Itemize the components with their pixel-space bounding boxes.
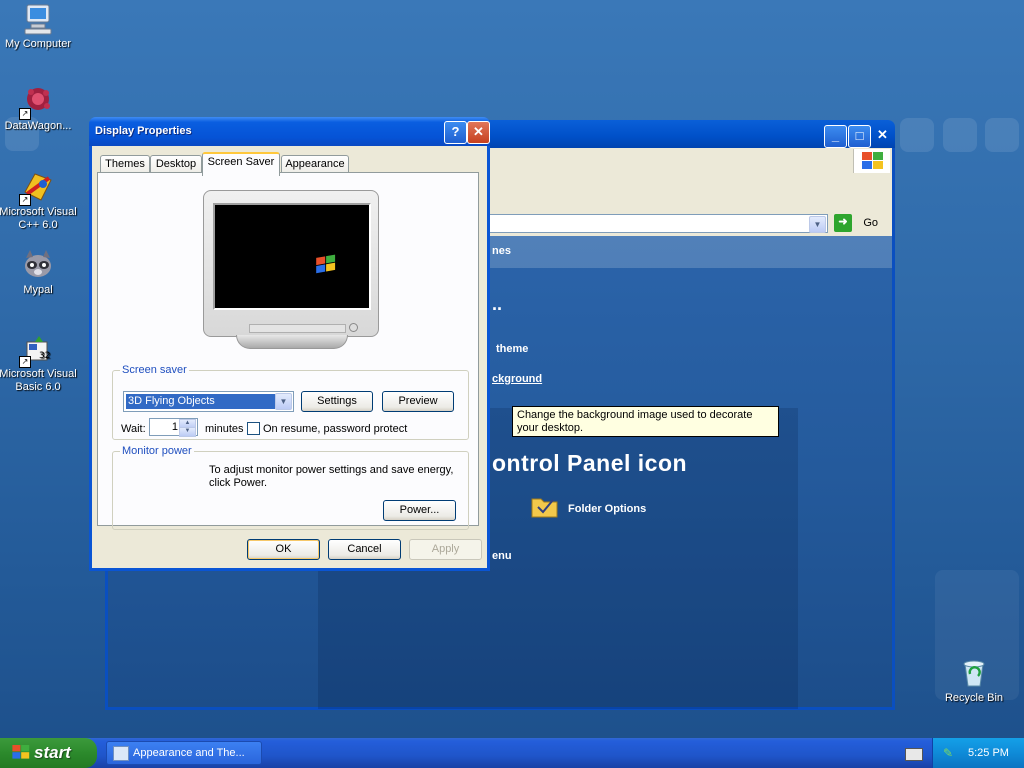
desktop-icon-visual-cpp[interactable]: ↗ Microsoft Visual C++ 6.0 [0,170,78,232]
keyboard-icon[interactable] [905,748,923,761]
tooltip: Change the background image used to deco… [512,406,779,437]
minimize-button[interactable]: _ [824,125,847,148]
visual-basic-icon: 32 ↗ [19,332,55,368]
monitor-bezel [203,190,379,337]
minutes-label: minutes [205,423,244,435]
screen-saver-group: Screen saver 3D Flying Objects ▼ Setting… [112,364,469,440]
desktop-icon-recycle-bin[interactable]: Recycle Bin [934,656,1014,705]
power-led-icon [349,323,358,332]
monitor-stand [236,335,348,349]
spin-down-icon[interactable]: ▼ [179,427,196,437]
visual-cpp-icon: ↗ [19,170,55,206]
dialog-title: Display Properties [95,125,192,137]
chevron-down-icon[interactable]: ▼ [275,393,292,410]
wait-value: 1 [171,421,178,433]
windows-logo-icon [12,745,31,761]
chevron-down-icon[interactable]: ▼ [809,216,826,233]
screen-saver-select[interactable]: 3D Flying Objects ▼ [123,391,294,412]
recycle-bin-icon [957,656,991,690]
tab-screen-saver[interactable]: Screen Saver [202,152,280,176]
desktop-icon-label: Microsoft Visual Basic 6.0 [0,368,77,393]
monitor-slot [249,324,346,333]
system-tray: ✎ 5:25 PM [905,738,1024,768]
desktop-icon-label: DataWagon... [4,120,72,132]
svg-text:32: 32 [39,351,50,361]
desktop-icon-my-computer[interactable]: My Computer [0,2,78,51]
control-panel-icon-heading: ontrol Panel icon [492,450,688,476]
network-icon[interactable]: ✎ [943,746,957,760]
screen-saver-legend: Screen saver [120,364,189,376]
cancel-button[interactable]: Cancel [328,539,401,560]
close-button[interactable]: ✕ [872,125,893,146]
screen-saver-selected-value: 3D Flying Objects [126,394,275,409]
shortcut-arrow-icon: ↗ [19,108,31,120]
mypal-raccoon-icon [21,248,55,282]
settings-button[interactable]: Settings [301,391,373,412]
start-button[interactable]: start [0,738,97,768]
dialog-body: Themes Desktop Screen Saver Appearance S… [89,146,490,571]
computer-icon [21,2,55,36]
task-heading-fragment: .. [492,294,503,314]
password-protect-checkbox[interactable] [247,422,260,435]
desktop-icon-label: Microsoft Visual C++ 6.0 [0,206,77,231]
desktop-icon-label: Mypal [23,284,53,296]
desktop-icon-visual-basic[interactable]: 32 ↗ Microsoft Visual Basic 6.0 [0,332,78,394]
clock[interactable]: 5:25 PM [968,747,1009,759]
help-button[interactable]: ? [444,121,467,144]
ok-button[interactable]: OK [247,539,320,560]
desktop-decoration [943,118,977,152]
start-label: start [34,743,71,762]
change-theme-link[interactable]: theme [496,343,528,355]
desktop-icon-label: My Computer [4,38,72,50]
dialog-titlebar[interactable]: Display Properties ? ✕ [89,117,490,146]
monitor-preview [203,190,379,349]
preview-screen [213,203,371,310]
display-properties-dialog[interactable]: Display Properties ? ✕ Themes Desktop Sc… [89,117,490,571]
change-background-link[interactable]: ckground [492,373,542,385]
apply-button[interactable]: Apply [409,539,482,560]
control-panel-icon [113,746,129,761]
taskbar-item-appearance[interactable]: Appearance and The... [106,741,262,765]
close-button[interactable]: ✕ [467,121,490,144]
password-protect-label[interactable]: On resume, password protect [263,423,407,435]
flying-windows-logo-icon [316,254,338,276]
shortcut-arrow-icon: ↗ [19,356,31,368]
folder-options-link[interactable]: Folder Options [568,503,646,515]
power-button[interactable]: Power... [383,500,456,521]
datawagon-icon: ↗ [19,84,55,120]
desktop-decoration [985,118,1019,152]
desktop-icon-label: Recycle Bin [944,692,1004,704]
start-menu-link-fragment[interactable]: enu [492,550,512,562]
go-button[interactable]: Go [863,217,878,229]
screen-saver-panel: Screen saver 3D Flying Objects ▼ Setting… [97,172,479,530]
maximize-button[interactable]: □ [848,125,871,148]
preview-button[interactable]: Preview [382,391,454,412]
themes-link[interactable]: nes [492,245,511,257]
desktop-icon-mypal[interactable]: Mypal [0,248,78,297]
windows-logo-icon [853,149,890,173]
wait-label: Wait: [121,423,146,435]
shortcut-arrow-icon: ↗ [19,194,31,206]
monitor-power-description: To adjust monitor power settings and sav… [209,464,454,489]
monitor-power-group: Monitor power To adjust monitor power se… [112,445,469,530]
monitor-power-legend: Monitor power [120,445,194,457]
taskbar-item-label: Appearance and The... [133,747,245,759]
desktop-icon-datawagon[interactable]: ↗ DataWagon... [0,84,78,133]
wait-minutes-stepper[interactable]: 1 ▲ ▼ [149,418,198,437]
folder-options-icon[interactable] [530,493,560,519]
desktop-decoration [900,118,934,152]
go-arrow-icon[interactable]: ➜ [834,214,852,232]
